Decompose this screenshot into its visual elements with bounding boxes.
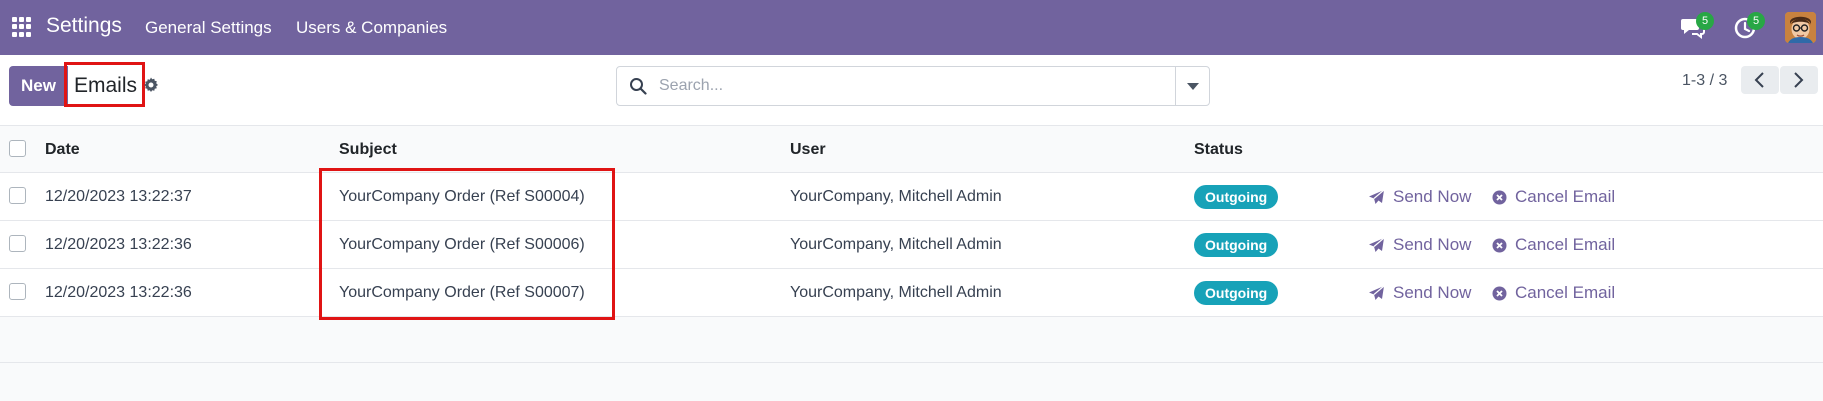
menu-users-companies[interactable]: Users & Companies [296,18,447,38]
send-now-label: Send Now [1393,283,1472,302]
cancel-email-button[interactable]: Cancel Email [1492,283,1615,303]
table-row[interactable]: 12/20/2023 13:22:36 YourCompany Order (R… [0,220,1823,268]
cancel-circle-icon [1492,238,1507,252]
chat-count-badge: 5 [1696,12,1714,30]
pager-next-button[interactable] [1780,66,1818,94]
new-button[interactable]: New [9,66,68,106]
column-date[interactable]: Date [45,141,80,159]
cancel-email-label: Cancel Email [1515,187,1616,206]
search-options-toggle[interactable] [1175,67,1209,105]
table-row[interactable]: 12/20/2023 13:22:37 YourCompany Order (R… [0,172,1823,220]
table-header: Date Subject User Status [0,126,1823,172]
avatar[interactable] [1785,12,1816,43]
row-date: 12/20/2023 13:22:36 [45,284,192,301]
pager-previous-button[interactable] [1741,66,1779,94]
breadcrumb-highlight-box [64,62,145,107]
control-panel: New Emails 1-3 / 3 [0,55,1823,126]
paper-plane-icon [1369,189,1385,204]
column-status[interactable]: Status [1194,141,1243,159]
paper-plane-icon [1369,237,1385,252]
search-input[interactable] [659,67,1159,105]
send-now-label: Send Now [1393,187,1472,206]
cancel-email-label: Cancel Email [1515,283,1616,302]
table-footer [0,316,1823,363]
cancel-email-button[interactable]: Cancel Email [1492,187,1615,207]
app-name[interactable]: Settings [46,14,122,38]
column-user[interactable]: User [790,141,826,159]
status-badge: Outgoing [1194,281,1279,305]
paper-plane-icon [1369,285,1385,300]
row-user: YourCompany, Mitchell Admin [790,284,1002,301]
cancel-email-button[interactable]: Cancel Email [1492,235,1615,255]
activity-count-badge: 5 [1747,12,1765,30]
search-box[interactable] [616,66,1210,106]
cancel-circle-icon [1492,190,1507,204]
send-now-label: Send Now [1393,235,1472,254]
menu-general-settings[interactable]: General Settings [145,18,272,38]
row-date: 12/20/2023 13:22:36 [45,236,192,253]
row-checkbox[interactable] [9,283,26,300]
status-badge: Outgoing [1194,185,1279,209]
chevron-left-icon [1754,72,1764,88]
status-badge: Outgoing [1194,233,1279,257]
select-all-checkbox[interactable] [9,140,26,157]
send-now-button[interactable]: Send Now [1368,283,1471,303]
row-checkbox[interactable] [9,187,26,204]
row-date: 12/20/2023 13:22:37 [45,188,192,205]
send-now-button[interactable]: Send Now [1368,187,1471,207]
emails-table: Date Subject User Status 12/20/2023 13:2… [0,126,1823,363]
row-checkbox[interactable] [9,235,26,252]
send-now-button[interactable]: Send Now [1368,235,1471,255]
column-subject[interactable]: Subject [339,141,397,159]
pager-value[interactable]: 1-3 / 3 [1682,72,1727,90]
table-row[interactable]: 12/20/2023 13:22:36 YourCompany Order (R… [0,268,1823,316]
gear-icon[interactable] [143,77,159,93]
cancel-email-label: Cancel Email [1515,235,1616,254]
subject-highlight-box [319,168,615,320]
chevron-right-icon [1794,72,1804,88]
apps-grid-icon[interactable] [12,17,32,37]
row-user: YourCompany, Mitchell Admin [790,236,1002,253]
search-icon [630,78,647,95]
cancel-circle-icon [1492,286,1507,300]
row-user: YourCompany, Mitchell Admin [790,188,1002,205]
top-navbar: Settings General Settings Users & Compan… [0,0,1823,55]
